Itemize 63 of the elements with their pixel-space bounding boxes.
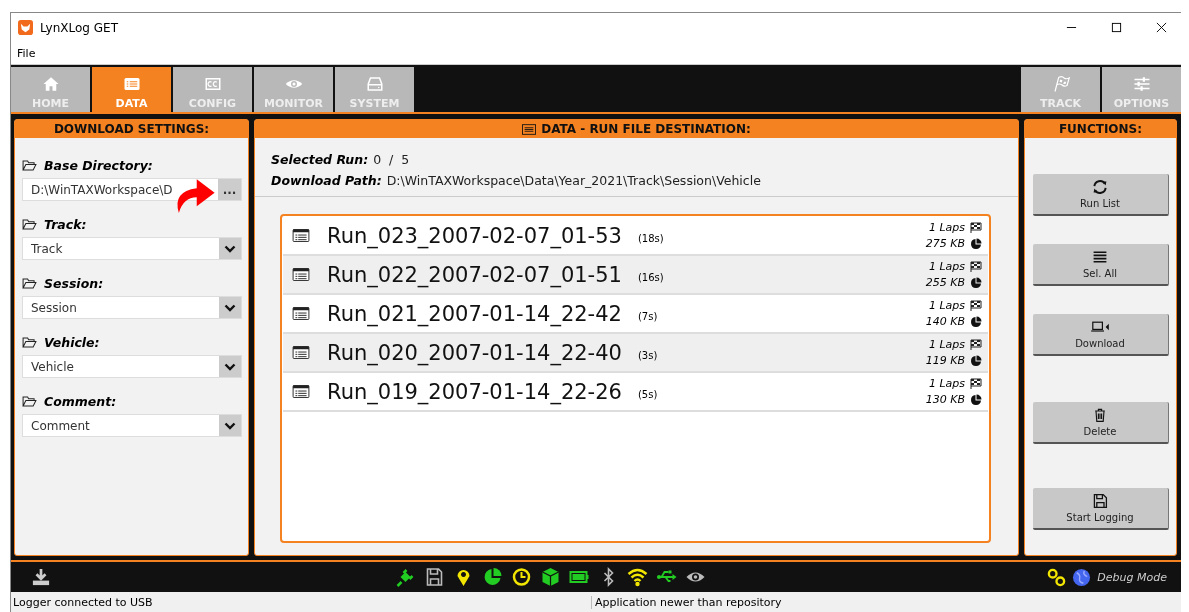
dropdown[interactable]: Comment	[22, 414, 242, 437]
flag-icon	[970, 377, 982, 390]
chevron-down-icon	[224, 244, 236, 253]
dropdown[interactable]: Session	[22, 296, 242, 319]
fox-logo-icon	[18, 20, 33, 35]
chevron-down-icon	[224, 303, 236, 312]
dropdown[interactable]: Track	[22, 237, 242, 260]
download-path: D:\WinTAXWorkspace\Data\Year_2021\Track\Session\Vehicle	[386, 173, 761, 188]
info-label: Download Path:	[271, 173, 382, 188]
function-button[interactable]: Run List	[1032, 174, 1169, 216]
flag-icon	[970, 221, 982, 234]
menu-item[interactable]: File	[17, 46, 36, 60]
run-item[interactable]: Run_022_2007-02-07_01-51 (16s) 1 Laps 255 KB	[283, 256, 988, 295]
list-card-icon	[292, 268, 310, 281]
chevron-down-icon	[224, 421, 236, 430]
chevron-down-icon	[224, 362, 236, 371]
field-label: Base Directory:	[44, 158, 153, 173]
folder-icon	[22, 219, 37, 230]
function-button[interactable]: Sel. All	[1032, 244, 1169, 286]
window-title: LynXLog GET	[40, 20, 118, 35]
list-card-icon	[292, 346, 310, 359]
pie-chart-icon	[970, 237, 982, 250]
download-icon[interactable]	[31, 568, 51, 586]
flag-icon	[970, 260, 982, 273]
run-item[interactable]: Run_020_2007-01-14_22-40 (3s) 1 Laps 119 KB	[283, 334, 988, 373]
dropdown[interactable]: Vehicle	[22, 355, 242, 378]
pie-chart-icon	[970, 354, 982, 367]
link-icon	[1047, 567, 1067, 587]
list-card-icon	[292, 307, 310, 320]
folder-icon	[22, 160, 37, 171]
maximize-icon[interactable]	[1111, 22, 1122, 33]
field-label: Vehicle:	[44, 335, 100, 350]
folder-icon	[22, 278, 37, 289]
laptop-icon	[1090, 319, 1110, 335]
close-icon[interactable]	[1156, 22, 1167, 33]
field-label: Session:	[44, 276, 104, 291]
pie-chart-icon	[970, 393, 982, 406]
directory-field[interactable]: D:\WinTAXWorkspace\D ...	[22, 178, 242, 201]
status-text: Logger connected to USB	[12, 596, 154, 609]
field-label: Comment:	[44, 394, 117, 409]
function-button[interactable]: Start Logging	[1032, 488, 1169, 530]
folder-icon	[22, 396, 37, 407]
status-text: Application newer than repository	[591, 596, 782, 609]
panel-header: FUNCTIONS:	[1025, 120, 1176, 138]
list-card-icon	[522, 123, 537, 135]
panel-header: DATA - RUN FILE DESTINATION:	[541, 122, 751, 136]
flag-icon	[970, 299, 982, 312]
panel-header: DOWNLOAD SETTINGS:	[15, 120, 248, 138]
folder-icon	[22, 337, 37, 348]
browse-button[interactable]: ...	[218, 179, 241, 200]
list-card-icon	[292, 229, 310, 242]
info-label: Selected Run:	[271, 152, 369, 167]
globe-icon	[1072, 567, 1092, 587]
selected-run-count: 0 / 5	[373, 152, 410, 167]
pie-chart-icon	[970, 276, 982, 289]
function-button[interactable]: Delete	[1032, 402, 1169, 444]
function-button[interactable]: Download	[1032, 314, 1169, 356]
flag-icon	[970, 338, 982, 351]
list-card-icon	[292, 385, 310, 398]
pie-chart-icon	[970, 315, 982, 328]
field-label: Track:	[44, 217, 87, 232]
debug-mode-label: Debug Mode	[1097, 570, 1167, 584]
list-card-icon	[121, 75, 142, 93]
